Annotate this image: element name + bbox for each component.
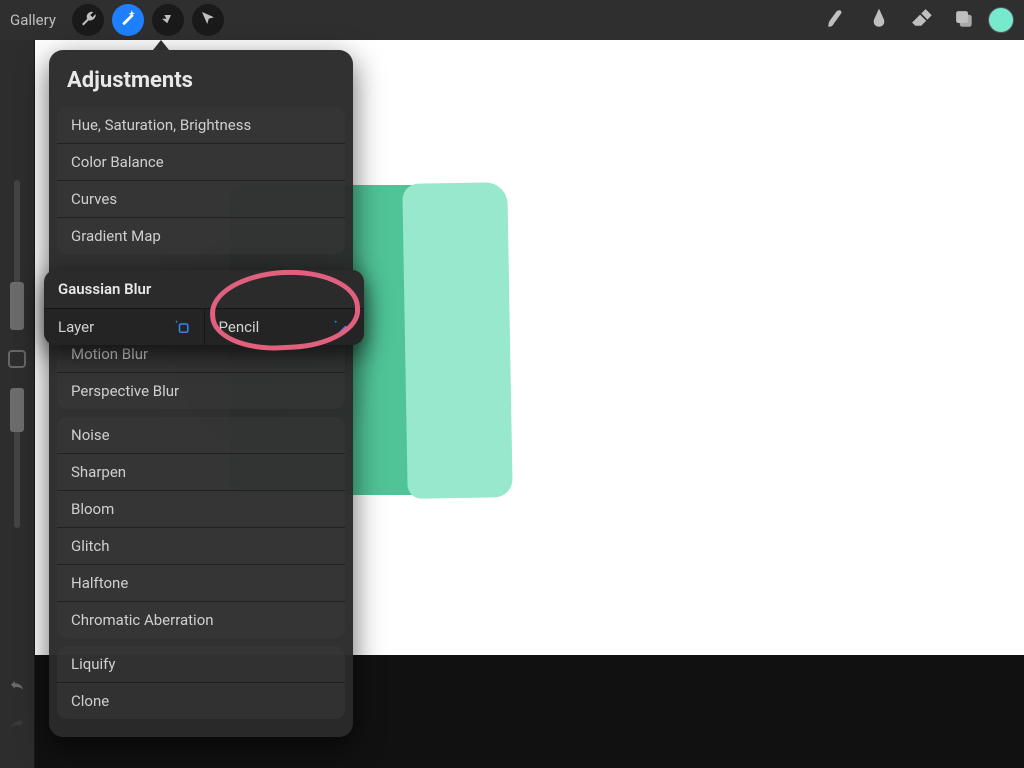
adjust-glitch[interactable]: Glitch — [57, 528, 345, 565]
settings-tool[interactable] — [72, 4, 104, 36]
redo-button[interactable] — [8, 716, 26, 738]
adjust-color-balance[interactable]: Color Balance — [57, 144, 345, 181]
adjust-gradient-map[interactable]: Gradient Map — [57, 218, 345, 254]
brush-tool[interactable] — [820, 3, 854, 37]
flyout-title: Gaussian Blur — [44, 270, 364, 308]
brush-size-slider[interactable] — [14, 180, 20, 330]
selection-tool[interactable] — [152, 4, 184, 36]
transform-tool[interactable] — [192, 4, 224, 36]
adjust-hsb[interactable]: Hue, Saturation, Brightness — [57, 107, 345, 144]
paint-stroke — [402, 182, 512, 499]
adjust-halftone[interactable]: Halftone — [57, 565, 345, 602]
panel-group-blur: Motion Blur Perspective Blur — [57, 336, 345, 409]
adjust-perspective-blur[interactable]: Perspective Blur — [57, 373, 345, 409]
gaussian-blur-layer[interactable]: Layer — [44, 308, 204, 345]
layers-icon — [952, 7, 974, 33]
eraser-icon — [910, 7, 932, 33]
adjust-curves[interactable]: Curves — [57, 181, 345, 218]
color-swatch[interactable] — [988, 7, 1014, 33]
cursor-arrow-icon — [199, 9, 217, 31]
panel-group-color: Hue, Saturation, Brightness Color Balanc… — [57, 107, 345, 254]
side-slider-rail — [0, 40, 35, 768]
flyout-option-label: Layer — [58, 318, 94, 336]
adjustments-panel: Adjustments Hue, Saturation, Brightness … — [49, 50, 353, 737]
adjust-bloom[interactable]: Bloom — [57, 491, 345, 528]
layers-tool[interactable] — [946, 3, 980, 37]
adjust-liquify[interactable]: Liquify — [57, 646, 345, 683]
sparkle-pencil-icon — [332, 318, 350, 336]
undo-button[interactable] — [8, 678, 26, 700]
eraser-tool[interactable] — [904, 3, 938, 37]
panel-group-fx: Noise Sharpen Bloom Glitch Halftone Chro… — [57, 417, 345, 638]
brush-opacity-slider[interactable] — [14, 388, 20, 528]
adjust-sharpen[interactable]: Sharpen — [57, 454, 345, 491]
sparkle-layer-icon — [172, 318, 190, 336]
gaussian-blur-flyout: Gaussian Blur Layer Pencil — [44, 270, 364, 345]
panel-title: Adjustments — [49, 62, 353, 107]
gallery-link[interactable]: Gallery — [10, 11, 56, 29]
brush-icon — [826, 7, 848, 33]
panel-group-tools: Liquify Clone — [57, 646, 345, 719]
smudge-icon — [868, 7, 890, 33]
selection-icon — [159, 9, 177, 31]
adjust-chromatic-aberration[interactable]: Chromatic Aberration — [57, 602, 345, 638]
gaussian-blur-pencil[interactable]: Pencil — [204, 308, 365, 345]
smudge-tool[interactable] — [862, 3, 896, 37]
flyout-option-label: Pencil — [219, 318, 260, 336]
dropdown-arrow — [153, 40, 169, 50]
adjust-clone[interactable]: Clone — [57, 683, 345, 719]
redo-icon — [8, 719, 26, 738]
slider-mode-toggle[interactable] — [8, 350, 26, 368]
wrench-icon — [79, 9, 97, 31]
magic-wand-icon — [119, 9, 137, 31]
adjust-noise[interactable]: Noise — [57, 417, 345, 454]
undo-icon — [8, 681, 26, 700]
adjustments-tool[interactable] — [112, 4, 144, 36]
top-toolbar: Gallery — [0, 0, 1024, 40]
